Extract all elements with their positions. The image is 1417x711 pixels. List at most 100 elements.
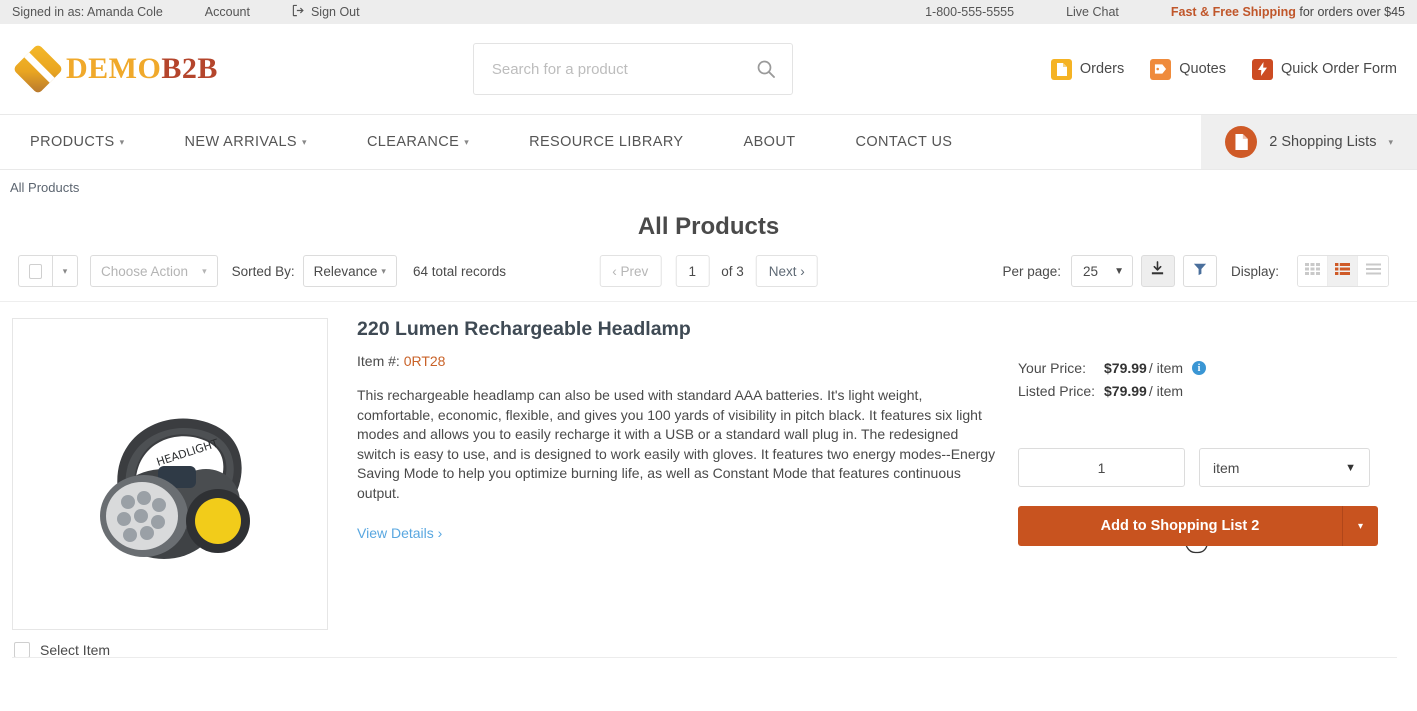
orders-label: Orders (1079, 61, 1125, 77)
nav-item-new-arrivals-label: NEW ARRIVALS (184, 134, 298, 150)
product-info: 220 Lumen Rechargeable Headlamp Item #: … (328, 318, 1018, 658)
add-to-shopping-list-group: Add to Shopping List 2 ▾ (1018, 506, 1378, 546)
breadcrumb: All Products (0, 170, 1417, 195)
product-row-divider (12, 657, 1397, 658)
choose-action-dropdown[interactable]: Choose Action ▾ (90, 255, 218, 287)
per-page-value: 25 (1082, 263, 1099, 279)
quotes-tag-icon (1150, 58, 1172, 80)
select-item-checkbox[interactable]: Select Item (14, 642, 328, 658)
add-to-shopping-list-dropdown-toggle[interactable]: ▾ (1342, 506, 1378, 546)
display-label: Display: (1230, 263, 1279, 279)
quotes-label: Quotes (1179, 61, 1226, 77)
select-all-dropdown-toggle[interactable]: ▾ (52, 255, 78, 287)
nav-item-about[interactable]: ABOUT (744, 134, 796, 150)
product-sku-value[interactable]: 0RT28 (404, 353, 446, 369)
chevron-down-icon: ▾ (119, 136, 125, 147)
list-view-button[interactable] (1328, 256, 1358, 286)
shipping-promo-rest: for orders over $45 (1295, 5, 1405, 19)
header-actions: Orders Quotes Quick Order Form (1050, 58, 1397, 80)
your-price-unit: / item (1148, 360, 1184, 376)
price-info-icon[interactable]: i (1192, 361, 1207, 375)
add-to-shopping-list-button[interactable]: Add to Shopping List 2 (1018, 506, 1342, 546)
search-icon[interactable] (756, 59, 776, 79)
page-number-input[interactable]: 1 (675, 255, 710, 287)
choose-action-label: Choose Action (101, 263, 189, 279)
listed-price-unit: / item (1148, 383, 1184, 399)
next-page-button[interactable]: Next › (755, 255, 818, 287)
chevron-down-icon: ▾ (464, 136, 470, 147)
per-page-label: Per page: (1002, 263, 1061, 279)
detail-view-button[interactable] (1358, 256, 1388, 286)
breadcrumb-all-products[interactable]: All Products (10, 180, 79, 195)
product-purchase-panel: Your Price: $79.99 / item i Listed Price… (1018, 318, 1378, 658)
nav-item-resource-library[interactable]: RESOURCE LIBRARY (529, 134, 683, 150)
your-price-value: $79.99 (1104, 360, 1147, 376)
nav-item-products-label: PRODUCTS (30, 134, 115, 150)
product-sku: Item #: 0RT28 (357, 353, 998, 369)
toolbar-right-controls: Per page: 25 ▼ Display: (988, 255, 1389, 287)
view-details-link[interactable]: View Details › (357, 525, 442, 541)
listed-price-row: Listed Price: $79.99 / item (1018, 383, 1378, 399)
phone-number[interactable]: 1-800-555-5555 (925, 5, 1014, 19)
quotes-action[interactable]: Quotes (1150, 58, 1226, 80)
orders-document-icon (1050, 58, 1072, 80)
caret-down-icon: ▾ (202, 265, 207, 276)
nav-item-new-arrivals[interactable]: NEW ARRIVALS ▾ (185, 134, 307, 150)
quick-order-form-label: Quick Order Form (1280, 61, 1397, 77)
grid-view-button[interactable] (1298, 256, 1328, 286)
logo[interactable]: DEMOB2B (12, 43, 218, 95)
filter-funnel-icon (1193, 262, 1207, 281)
nav-item-clearance-label: CLEARANCE (366, 134, 460, 150)
unit-of-measure-dropdown[interactable]: item ▼ (1199, 448, 1370, 487)
your-price-row: Your Price: $79.99 / item i (1018, 360, 1378, 376)
caret-down-icon: ▼ (1345, 461, 1356, 474)
orders-action[interactable]: Orders (1050, 58, 1125, 80)
caret-down-icon: ▾ (62, 265, 68, 276)
caret-down-icon: ▾ (381, 265, 386, 276)
nav-item-products[interactable]: PRODUCTS ▾ (30, 134, 125, 150)
live-chat-link[interactable]: Live Chat (1066, 5, 1119, 19)
product-list-item: HEADLIGHT Select Item 220 Lumen Recharge… (0, 302, 1417, 658)
results-toolbar: ▾ Choose Action ▾ Sorted By: Relevance ▾… (0, 241, 1417, 554)
sorted-by-label: Sorted By: (231, 263, 295, 279)
pagination: ‹ Prev 1 of 3 Next › (599, 255, 818, 287)
export-button[interactable] (1140, 255, 1175, 287)
filter-button[interactable] (1182, 255, 1217, 287)
chevron-down-icon: ▾ (302, 136, 307, 147)
sign-out-icon (292, 4, 305, 20)
quick-order-form-action[interactable]: Quick Order Form (1251, 58, 1397, 80)
product-image-container[interactable]: HEADLIGHT (12, 318, 328, 630)
prev-page-button[interactable]: ‹ Prev (599, 255, 662, 287)
page-count-label: of 3 (721, 263, 744, 279)
nav-items: PRODUCTS ▾ NEW ARRIVALS ▾ CLEARANCE ▾ RE… (0, 115, 952, 169)
select-all-checkbox[interactable] (18, 255, 52, 287)
per-page-dropdown[interactable]: 25 ▼ (1070, 255, 1133, 287)
sign-out-label: Sign Out (310, 5, 360, 19)
select-all-split-button: ▾ (18, 255, 78, 287)
quantity-row: item ▼ (1018, 448, 1378, 487)
search-box (472, 43, 793, 95)
nav-item-clearance[interactable]: CLEARANCE ▾ (367, 134, 469, 150)
lightning-bolt-icon (1251, 58, 1273, 80)
sort-dropdown[interactable]: Relevance ▾ (302, 255, 397, 287)
select-item-label: Select Item (40, 642, 111, 658)
sign-out-link[interactable]: Sign Out (292, 4, 360, 20)
logo-diamond-icon (12, 43, 64, 95)
sort-value-label: Relevance (313, 263, 378, 279)
shipping-promo: Fast & Free Shipping for orders over $45 (1171, 5, 1405, 19)
account-link[interactable]: Account (205, 5, 250, 19)
shopping-lists-button[interactable]: 2 Shopping Lists ▾ (1201, 115, 1417, 169)
svg-text:HEADLIGHT: HEADLIGHT (155, 437, 220, 469)
search-input[interactable] (489, 59, 756, 79)
chevron-down-icon: ▾ (1388, 136, 1393, 147)
signed-in-as-text: Signed in as: Amanda Cole (12, 5, 163, 19)
view-mode-switcher (1297, 255, 1389, 287)
main-navigation: PRODUCTS ▾ NEW ARRIVALS ▾ CLEARANCE ▾ RE… (0, 114, 1417, 170)
quantity-input[interactable] (1018, 448, 1185, 487)
shipping-promo-highlight: Fast & Free Shipping (1170, 5, 1296, 19)
detail-view-icon (1365, 262, 1381, 280)
download-export-icon (1150, 261, 1165, 281)
product-title[interactable]: 220 Lumen Rechargeable Headlamp (357, 318, 998, 341)
nav-item-contact-us[interactable]: CONTACT US (855, 134, 952, 150)
utility-bar: Signed in as: Amanda Cole Account Sign O… (0, 0, 1417, 24)
